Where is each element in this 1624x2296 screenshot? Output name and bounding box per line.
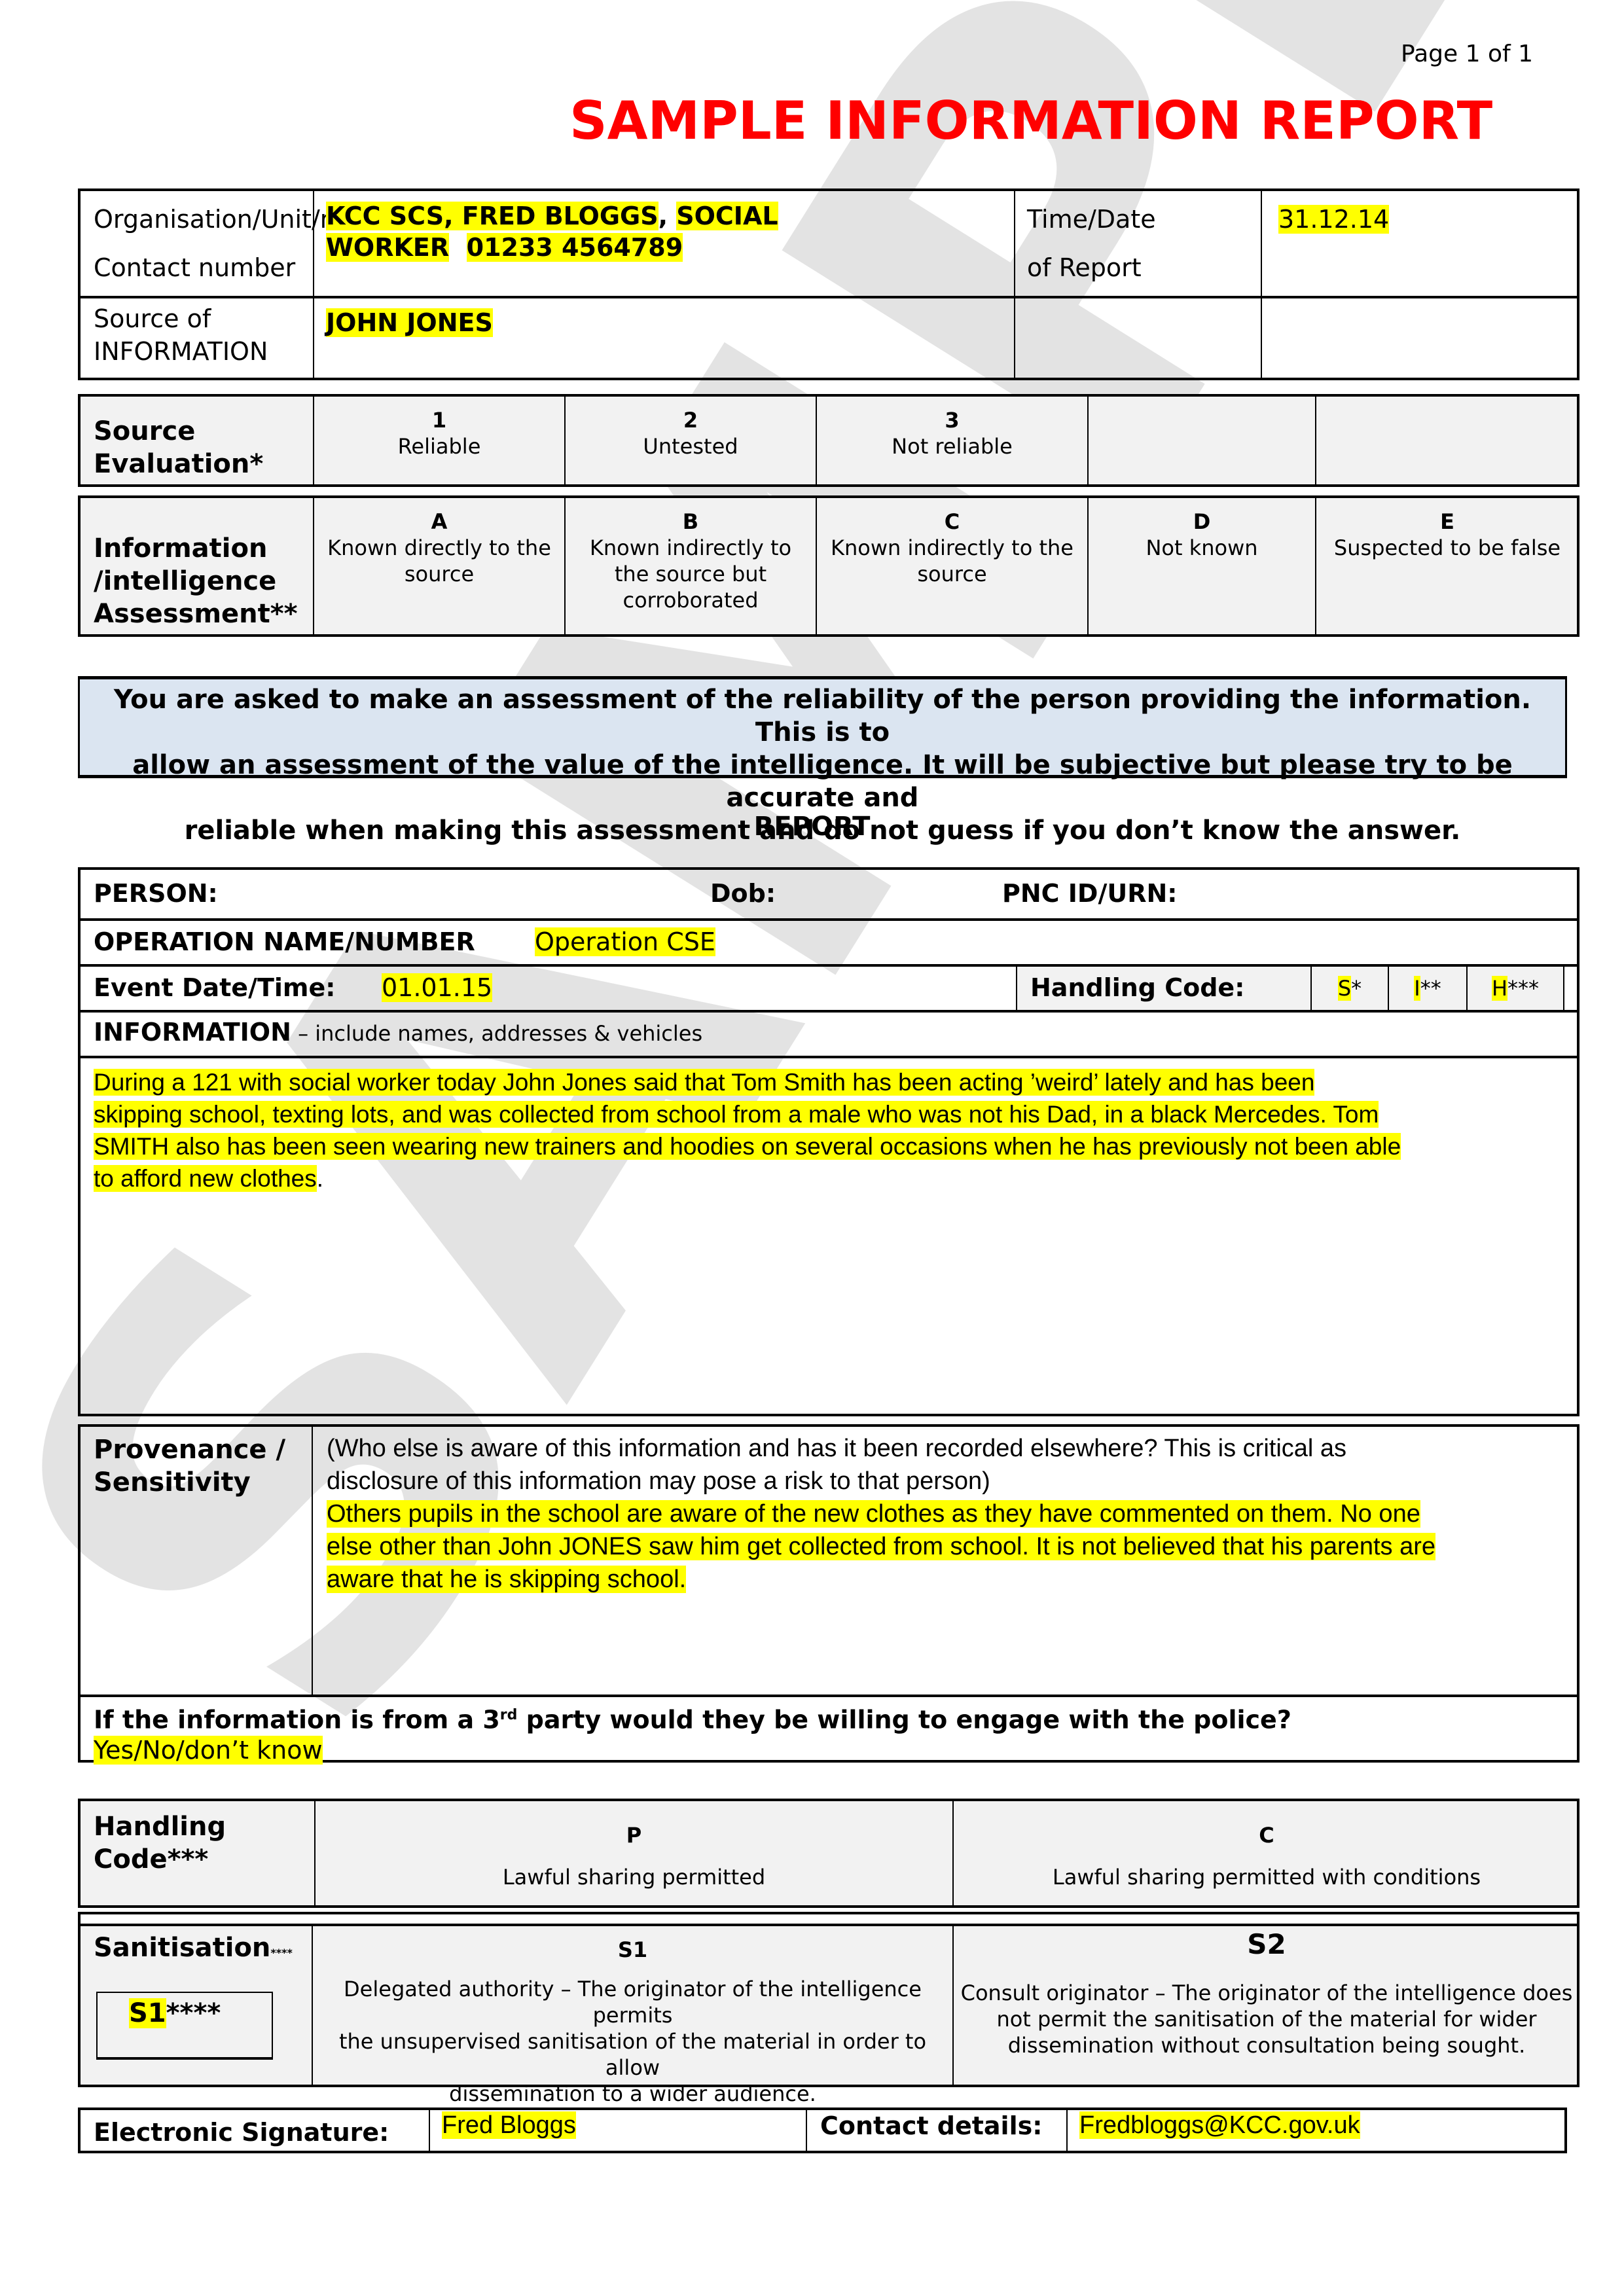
handling-code-label: Handling Code:	[1030, 973, 1245, 1002]
page-title: SAMPLE INFORMATION REPORT	[569, 90, 1493, 151]
info-assessment-label: Information /intelligence Assessment**	[94, 533, 298, 629]
event-date-value[interactable]: 01.01.15	[382, 973, 493, 1002]
source-eval-option-1[interactable]: 1 Reliable	[314, 407, 564, 459]
third-party-answer[interactable]: Yes/No/don’t know	[94, 1735, 323, 1765]
org-value-name: KCC SCS, FRED BLOGGS	[326, 202, 659, 230]
person-label: PERSON:	[94, 879, 218, 908]
info-assessment-option-b[interactable]: B Known indirectly to the source but cor…	[566, 509, 816, 613]
sanitisation-label: Sanitisation****	[94, 1933, 293, 1963]
provenance-prompt-1: (Who else is aware of this information a…	[327, 1435, 1347, 1462]
signature-label: Electronic Signature:	[94, 2118, 389, 2147]
source-value[interactable]: JOHN JONES	[326, 306, 493, 339]
page-indicator: Page 1 of 1	[1401, 41, 1533, 67]
sanitisation-option-s1[interactable]: S1 Delegated authority – The originator …	[313, 1937, 952, 2107]
information-text[interactable]: During a 121 with social worker today Jo…	[94, 1066, 1401, 1194]
contact-details-label: Contact details:	[820, 2111, 1043, 2140]
info-assessment-option-c[interactable]: C Known indirectly to the source	[817, 509, 1087, 587]
signature-table: Electronic Signature: Fred Bloggs Contac…	[78, 2108, 1567, 2153]
signature-value[interactable]: Fred Bloggs	[442, 2111, 576, 2140]
report-heading: REPORT	[753, 812, 871, 842]
contact-details-value[interactable]: Fredbloggs@KCC.gov.uk	[1079, 2111, 1360, 2140]
time-date-value[interactable]: 31.12.14	[1278, 195, 1390, 243]
time-date-label: Time/Date of Report	[1027, 205, 1156, 282]
info-assessment-table: Information /intelligence Assessment** A…	[78, 495, 1579, 637]
info-assessment-option-d[interactable]: D Not known	[1089, 509, 1315, 561]
handling-option-c[interactable]: C Lawful sharing permitted with conditio…	[954, 1814, 1579, 1898]
event-date-label: Event Date/Time:	[94, 973, 336, 1002]
handling-code-h[interactable]: H***	[1466, 967, 1564, 1010]
sanitisation-selected-box[interactable]: S1****	[96, 1992, 273, 2060]
sanitisation-option-s2[interactable]: S2 Consult originator – The originator o…	[954, 1931, 1579, 2058]
pnc-label: PNC ID/URN:	[1002, 879, 1178, 908]
sanitisation-table: Sanitisation**** S1**** S1 Delegated aut…	[78, 1912, 1579, 2106]
org-value-role: SOCIAL	[676, 202, 778, 230]
handling-code-table-label: Handling Code***	[94, 1812, 226, 1874]
assessment-notice: You are asked to make an assessment of t…	[78, 676, 1567, 846]
operation-label: OPERATION NAME/NUMBER	[94, 927, 475, 956]
info-assessment-option-a[interactable]: A Known directly to the source	[314, 509, 564, 587]
org-value-role2: WORKER	[326, 233, 450, 262]
provenance-label: Provenance / Sensitivity	[94, 1435, 286, 1498]
source-eval-option-3[interactable]: 3 Not reliable	[817, 407, 1087, 459]
org-value[interactable]: KCC SCS, FRED BLOGGS, SOCIAL WORKER 0123…	[326, 200, 778, 263]
third-party-question: If the information is from a 3rd party w…	[94, 1705, 1291, 1765]
notice-line-1: You are asked to make an assessment of t…	[113, 685, 1532, 747]
dob-label: Dob:	[710, 879, 776, 908]
source-evaluation-table: Source Evaluation* 1 Reliable 2 Untested…	[78, 394, 1579, 487]
info-assessment-option-e[interactable]: E Suspected to be false	[1316, 509, 1578, 561]
handling-code-cell: Handling Code:	[1016, 967, 1310, 1010]
provenance-text[interactable]: (Who else is aware of this information a…	[327, 1432, 1435, 1596]
handling-code-table: Handling Code*** P Lawful sharing permit…	[78, 1799, 1579, 1908]
handling-code-i[interactable]: I**	[1388, 967, 1466, 1010]
source-evaluation-label: Source Evaluation*	[94, 416, 264, 479]
source-label: Source of INFORMATION	[94, 304, 268, 366]
source-eval-option-2[interactable]: 2 Untested	[566, 407, 816, 459]
handling-code-s[interactable]: S*	[1310, 967, 1388, 1010]
information-heading: INFORMATION – include names, addresses &…	[94, 1018, 703, 1047]
header-table: Organisation/Unit/role/ Contact number K…	[78, 188, 1579, 380]
provenance-table: Provenance / Sensitivity (Who else is aw…	[78, 1424, 1579, 1765]
contact-number: 01233 4564789	[466, 233, 683, 262]
notice-line-2: allow an assessment of the value of the …	[132, 750, 1513, 813]
sanitisation-selected-code: S1	[129, 1998, 166, 2028]
provenance-prompt-2: disclosure of this information may pose …	[327, 1467, 990, 1495]
handling-option-p[interactable]: P Lawful sharing permitted	[316, 1814, 952, 1898]
operation-value[interactable]: Operation CSE	[535, 927, 715, 956]
report-table: PERSON: Dob: PNC ID/URN: OPERATION NAME/…	[78, 867, 1579, 1416]
